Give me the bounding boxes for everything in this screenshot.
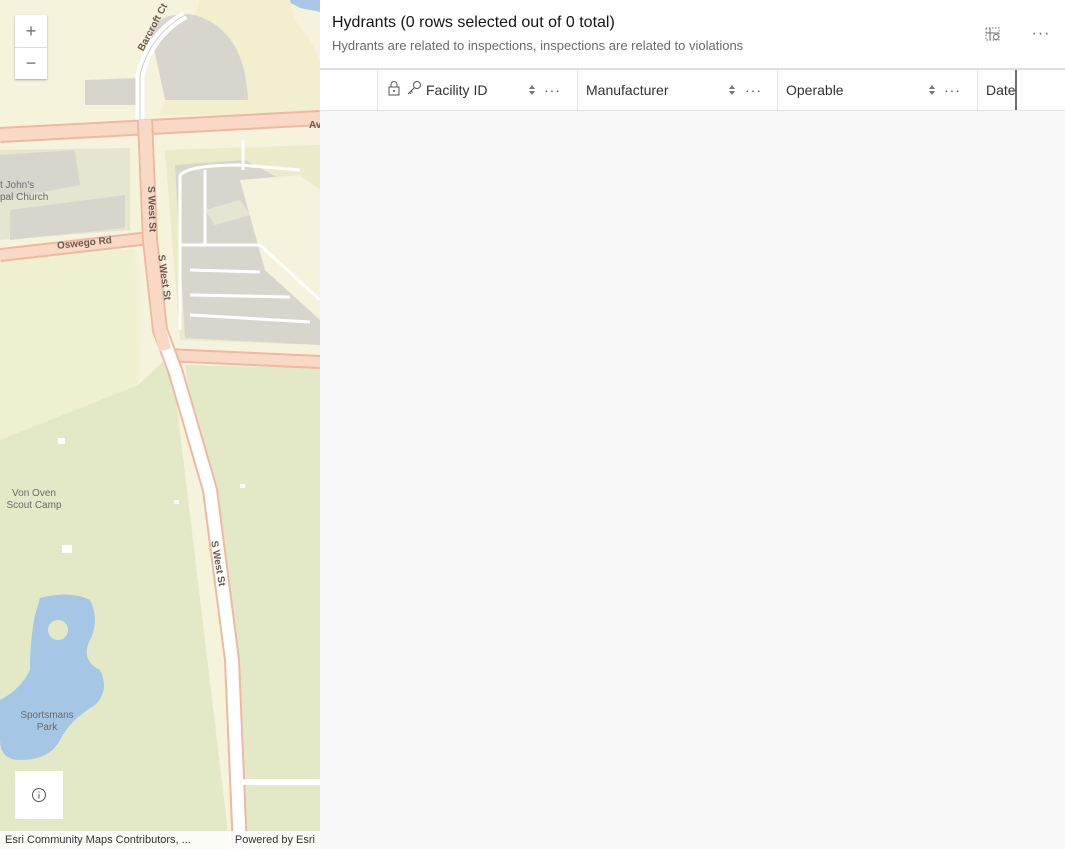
column-menu-button[interactable]: ··· <box>544 82 561 98</box>
sportsmans-park-label: Sportsmans Park <box>20 710 74 733</box>
column-label: Operable <box>786 82 844 98</box>
feature-table-panel: Hydrants (0 rows selected out of 0 total… <box>320 0 1065 849</box>
av-road-label: Av <box>309 120 320 131</box>
column-header-manufacturer[interactable]: Manufacturer ··· <box>577 70 777 110</box>
zoom-in-button[interactable]: + <box>15 15 47 47</box>
sort-arrows-icon[interactable] <box>528 83 536 97</box>
column-menu-button[interactable]: ··· <box>745 82 762 98</box>
church-label: t John's pal Church <box>0 180 49 203</box>
column-header-operable[interactable]: Operable ··· <box>777 70 977 110</box>
map-attribution: Esri Community Maps Contributors, ... Po… <box>0 831 320 849</box>
column-header-date[interactable]: Date <box>977 70 1017 110</box>
attribution-info-button[interactable] <box>15 771 63 819</box>
key-icon <box>407 81 421 95</box>
swest-road-label-1: S West St <box>145 186 158 233</box>
table-description: Hydrants are related to inspections, ins… <box>332 38 744 53</box>
selection-table-icon <box>985 27 1000 41</box>
table-header: Hydrants (0 rows selected out of 0 total… <box>320 0 1065 70</box>
lock-icon <box>388 81 400 96</box>
column-header-facility-id[interactable]: Facility ID ··· <box>377 70 577 110</box>
zoom-control: + − <box>15 15 47 79</box>
sort-arrows-icon[interactable] <box>928 83 936 97</box>
column-menu-button[interactable]: ··· <box>944 82 961 98</box>
table-body-empty <box>320 111 1065 849</box>
info-icon <box>32 788 46 802</box>
attribution-text[interactable]: Esri Community Maps Contributors, ... <box>5 834 191 846</box>
map-view[interactable]: Barcroft Ct Av Oswego Rd S West St S Wes… <box>0 0 320 849</box>
table-title: Hydrants (0 rows selected out of 0 total… <box>332 14 615 31</box>
powered-by-esri[interactable]: Powered by Esri <box>235 834 315 846</box>
column-label: Date <box>986 82 1016 98</box>
table-options-menu-button[interactable]: ··· <box>1031 24 1051 44</box>
column-label: Manufacturer <box>586 82 669 98</box>
show-selection-button[interactable] <box>983 24 1003 44</box>
scout-camp-label: Von Oven Scout Camp <box>6 488 62 511</box>
table-column-header-row: Facility ID ··· Manufacturer ··· Operabl… <box>320 70 1065 111</box>
zoom-out-button[interactable]: − <box>15 47 47 79</box>
column-label: Facility ID <box>426 82 488 98</box>
sort-arrows-icon[interactable] <box>728 83 736 97</box>
